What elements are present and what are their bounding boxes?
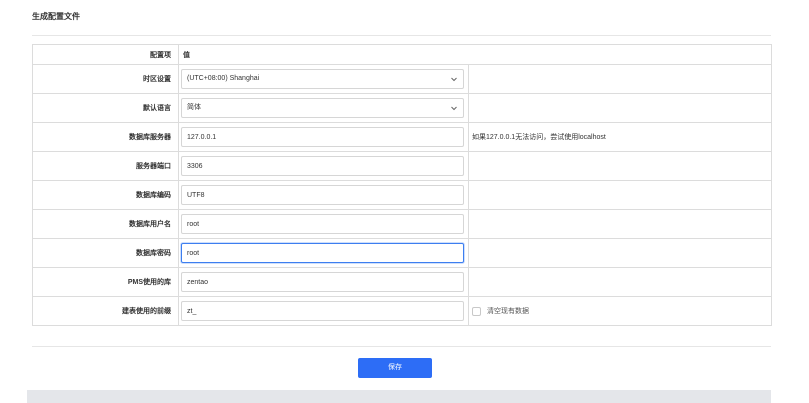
config-page: 生成配置文件 配置项 值 时区设置 (UTC+08:00) Shanghai 默… [0,0,809,403]
db-password-label: 数据库密码 [32,238,179,268]
db-port-input[interactable] [181,156,464,176]
timezone-select-value: (UTC+08:00) Shanghai [187,75,260,82]
table-row: 默认语言 简体 [32,93,772,123]
db-name-note [468,267,772,297]
header-value: 值 [178,44,772,65]
table-row: 时区设置 (UTC+08:00) Shanghai [32,64,772,94]
language-label: 默认语言 [32,93,179,123]
db-encoding-input[interactable] [181,185,464,205]
db-host-label: 数据库服务器 [32,122,179,152]
db-host-note: 如果127.0.0.1无法访问，尝试使用localhost [468,122,772,152]
table-row: 服务器端口 [32,151,772,181]
db-name-label: PMS使用的库 [32,267,179,297]
language-select-value: 简体 [187,104,201,111]
db-encoding-label: 数据库编码 [32,180,179,210]
db-host-input[interactable] [181,127,464,147]
timezone-select[interactable]: (UTC+08:00) Shanghai [181,69,464,89]
language-select[interactable]: 简体 [181,98,464,118]
db-name-input[interactable] [181,272,464,292]
chevron-down-icon [451,77,457,82]
language-note [468,93,772,123]
chevron-down-icon [451,106,457,111]
db-port-note [468,151,772,181]
config-table: 配置项 值 时区设置 (UTC+08:00) Shanghai 默认语言 简体 [32,44,772,326]
db-user-label: 数据库用户名 [32,209,179,239]
header-label: 配置项 [32,44,179,65]
timezone-label: 时区设置 [32,64,179,94]
db-port-label: 服务器端口 [32,151,179,181]
table-row: 数据库服务器 如果127.0.0.1无法访问，尝试使用localhost [32,122,772,152]
table-prefix-label: 建表使用的前缀 [32,296,179,326]
table-row: 建表使用的前缀 清空现有数据 [32,296,772,326]
divider [32,346,771,347]
clear-data-cell: 清空现有数据 [468,296,772,326]
footer-bar [27,390,771,403]
divider [32,35,771,36]
db-password-note [468,238,772,268]
clear-data-checkbox[interactable] [472,306,481,316]
page-title: 生成配置文件 [32,12,80,21]
table-row: 数据库编码 [32,180,772,210]
db-encoding-note [468,180,772,210]
db-user-note [468,209,772,239]
table-row: PMS使用的库 [32,267,772,297]
db-password-input[interactable] [181,243,464,263]
table-prefix-input[interactable] [181,301,464,321]
table-row: 数据库用户名 [32,209,772,239]
timezone-note [468,64,772,94]
table-row: 数据库密码 [32,238,772,268]
clear-data-label[interactable]: 清空现有数据 [487,308,529,315]
save-button[interactable]: 保存 [358,358,432,378]
table-header-row: 配置项 值 [32,44,772,65]
db-user-input[interactable] [181,214,464,234]
